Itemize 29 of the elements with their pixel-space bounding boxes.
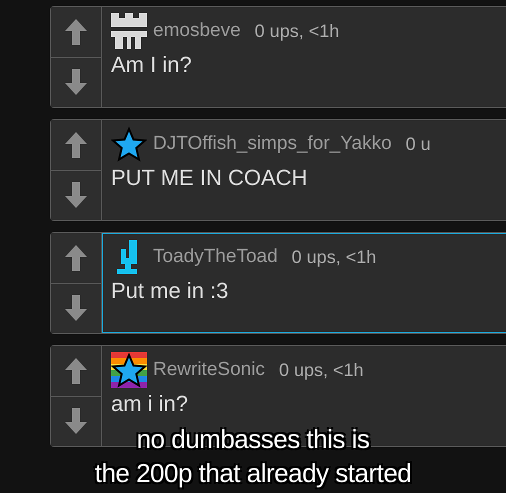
up-arrow-icon: [65, 132, 87, 158]
up-arrow-icon: [65, 18, 87, 45]
comment-text: PUT ME IN COACH: [111, 165, 308, 191]
down-arrow-icon: [65, 408, 87, 434]
star-icon: [111, 126, 147, 162]
downvote-button[interactable]: [51, 282, 101, 333]
comment-text: Put me in :3: [111, 278, 230, 304]
avatar-icon: [111, 13, 147, 49]
username[interactable]: emosbeve: [153, 20, 241, 42]
caption-text: the 200p that already started: [94, 457, 412, 490]
down-arrow-icon: [65, 182, 87, 208]
caption-text: no dumbasses this is: [136, 423, 370, 456]
comment-meta: 0 u: [406, 134, 431, 154]
username[interactable]: RewriteSonic: [153, 359, 265, 381]
comment-meta: 0 ups, <1h: [254, 20, 340, 42]
downvote-button[interactable]: [51, 170, 101, 220]
down-arrow-icon: [65, 295, 87, 322]
down-arrow-icon: [65, 69, 87, 96]
comment-text: am i in?: [111, 391, 190, 417]
avatar-icon: [111, 352, 147, 388]
comment-meta: 0 ups, <1h: [292, 246, 376, 268]
username[interactable]: ToadyTheToad: [153, 246, 278, 268]
up-arrow-icon: [65, 244, 87, 271]
downvote-button[interactable]: [51, 396, 101, 446]
comment-meta: 0 ups, <1h: [278, 360, 364, 380]
username[interactable]: DJTOffish_simps_for_Yakko: [153, 133, 392, 155]
comment-text: Am I in?: [111, 52, 193, 78]
downvote-button[interactable]: [51, 56, 101, 107]
up-arrow-icon: [65, 358, 87, 384]
